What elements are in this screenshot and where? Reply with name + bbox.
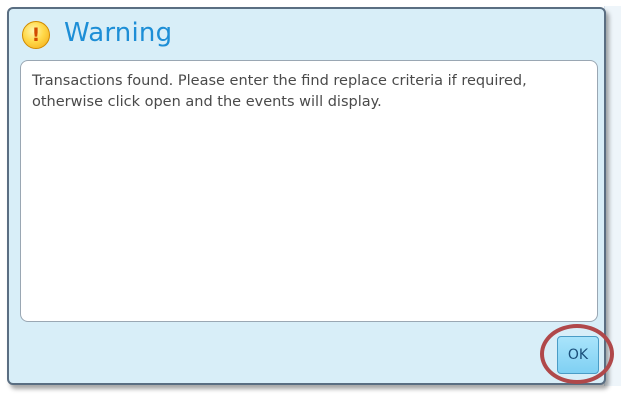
dialog-message: Transactions found. Please enter the fin…	[32, 73, 527, 110]
warning-dialog: ! Warning Transactions found. Please ent…	[7, 7, 606, 385]
warning-icon: !	[22, 21, 50, 49]
dialog-title-bar: ! Warning	[9, 9, 604, 59]
warning-icon-glyph: !	[31, 23, 41, 46]
message-box: Transactions found. Please enter the fin…	[20, 60, 598, 322]
screen: ! Warning Transactions found. Please ent…	[0, 0, 621, 396]
dialog-title: Warning	[64, 18, 173, 48]
ok-button[interactable]: OK	[557, 336, 599, 374]
background-window	[604, 6, 621, 386]
